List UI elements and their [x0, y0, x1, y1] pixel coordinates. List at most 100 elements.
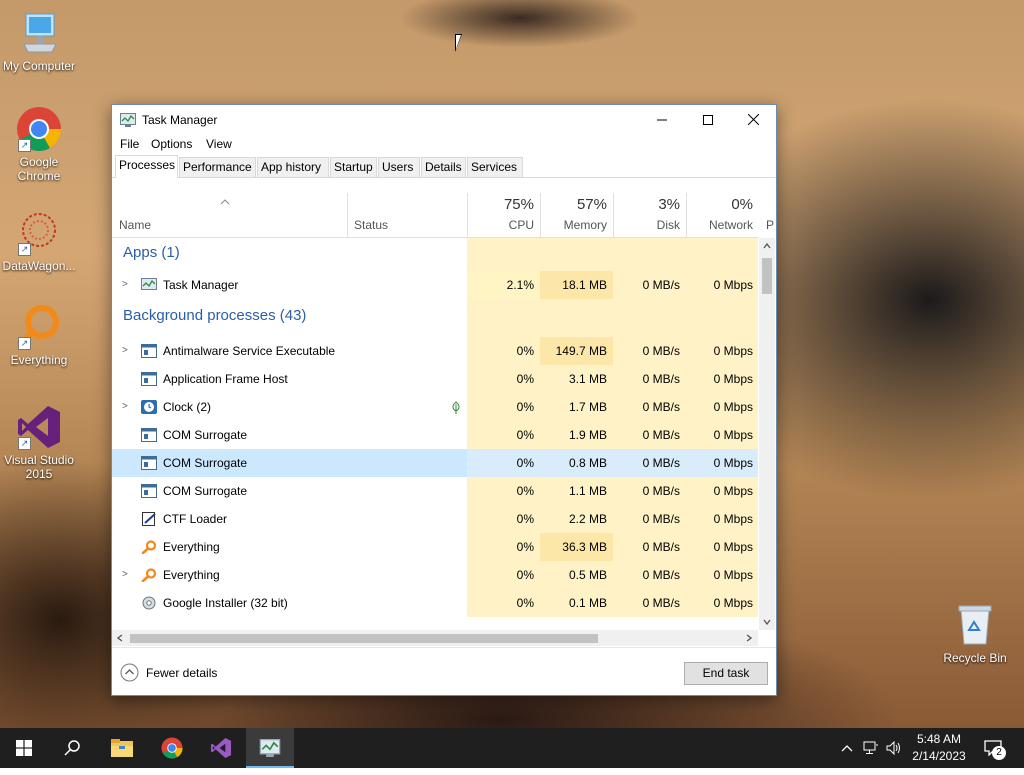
taskbar-chrome[interactable] — [148, 728, 196, 768]
tab-processes[interactable]: Processes — [115, 155, 178, 178]
expand-chevron-icon[interactable]: > — [122, 337, 128, 365]
tab-users[interactable]: Users — [378, 157, 420, 177]
column-memory-header[interactable]: 57% Memory — [540, 193, 613, 237]
scroll-up-icon[interactable] — [763, 243, 771, 249]
maximize-button[interactable] — [685, 105, 731, 135]
notification-count-badge: 2 — [992, 746, 1006, 760]
process-disk: 0 MB/s — [613, 533, 686, 561]
process-cpu: 0% — [467, 589, 540, 617]
table-row[interactable]: > Clock (2) 0% 1.7 MB 0 MB/s 0 Mbps — [112, 393, 758, 421]
process-cpu: 0% — [467, 337, 540, 365]
process-network: 0 Mbps — [686, 477, 758, 505]
menu-file[interactable]: File — [120, 137, 139, 151]
process-cpu: 0% — [467, 393, 540, 421]
table-row[interactable]: Everything 0% 36.3 MB 0 MB/s 0 Mbps — [112, 533, 758, 561]
desktop-icon-recycle-bin[interactable]: Recycle Bin — [936, 602, 1014, 665]
column-cpu-header[interactable]: 75% CPU — [467, 193, 540, 237]
tab-services[interactable]: Services — [467, 157, 523, 177]
process-disk: 0 MB/s — [613, 477, 686, 505]
desktop-icon-label: Recycle Bin — [943, 651, 1007, 665]
tab-startup[interactable]: Startup — [330, 157, 377, 177]
horizontal-scroll-thumb[interactable] — [130, 634, 598, 643]
vertical-scrollbar[interactable] — [759, 238, 775, 630]
chevron-up-circle-icon — [120, 663, 139, 682]
process-name: Google Installer (32 bit) — [163, 596, 288, 610]
folder-icon — [111, 739, 133, 757]
shortcut-arrow-icon: ↗ — [18, 337, 31, 350]
close-button[interactable] — [730, 105, 776, 135]
installer-gear-icon — [142, 596, 156, 610]
table-row[interactable]: > Task Manager 2.1% 18.1 MB 0 MB/s 0 Mbp… — [112, 271, 758, 299]
horizontal-scrollbar[interactable] — [112, 630, 758, 646]
cpu-total-percent: 75% — [503, 196, 534, 213]
expand-chevron-icon[interactable]: > — [122, 271, 128, 299]
desktop-icon-my-computer[interactable]: My Computer — [0, 10, 78, 73]
table-row[interactable]: COM Surrogate 0% 1.1 MB 0 MB/s 0 Mbps — [112, 477, 758, 505]
process-network: 0 Mbps — [686, 505, 758, 533]
process-disk: 0 MB/s — [613, 589, 686, 617]
table-row[interactable]: > Everything 0% 0.5 MB 0 MB/s 0 Mbps — [112, 561, 758, 589]
table-row[interactable]: > Antimalware Service Executable 0% 149.… — [112, 337, 758, 365]
table-row[interactable]: CTF Loader 0% 2.2 MB 0 MB/s 0 Mbps — [112, 505, 758, 533]
mouse-cursor-icon — [455, 34, 469, 52]
recycle-bin-icon — [952, 602, 998, 648]
process-name: COM Surrogate — [163, 456, 248, 470]
tab-details[interactable]: Details — [421, 157, 466, 177]
process-cpu: 0% — [467, 449, 540, 477]
table-row-selected[interactable]: COM Surrogate 0% 0.8 MB 0 MB/s 0 Mbps — [112, 449, 758, 477]
volume-button[interactable] — [884, 728, 904, 768]
table-row[interactable]: Application Frame Host 0% 3.1 MB 0 MB/s … — [112, 365, 758, 393]
column-power-label: P — [766, 218, 775, 232]
expand-chevron-icon[interactable]: > — [122, 561, 128, 589]
scroll-down-icon[interactable] — [763, 619, 771, 625]
clock-button[interactable]: 5:48 AM 2/14/2023 — [905, 728, 973, 768]
process-network: 0 Mbps — [686, 271, 758, 299]
service-window-icon — [141, 372, 157, 386]
start-button[interactable] — [0, 728, 48, 768]
desktop-icon-google-chrome[interactable]: ↗ Google Chrome — [0, 106, 78, 183]
column-disk-header[interactable]: 3% Disk — [613, 193, 686, 237]
process-memory: 1.9 MB — [540, 421, 613, 449]
expand-chevron-icon[interactable]: > — [122, 393, 128, 421]
close-icon — [747, 113, 759, 126]
process-cpu: 0% — [467, 477, 540, 505]
table-row[interactable]: Google Installer (32 bit) 0% 0.1 MB 0 MB… — [112, 589, 758, 617]
process-disk: 0 MB/s — [613, 365, 686, 393]
process-network: 0 Mbps — [686, 421, 758, 449]
taskbar-task-manager[interactable] — [246, 728, 294, 768]
process-name: Clock (2) — [163, 400, 212, 414]
column-network-header[interactable]: 0% Network — [686, 193, 759, 237]
group-header-background[interactable]: Background processes (43) — [112, 299, 758, 337]
group-header-apps[interactable]: Apps (1) — [112, 238, 758, 271]
column-network-label: Network — [708, 218, 753, 232]
search-button[interactable] — [48, 728, 96, 768]
menu-view[interactable]: View — [206, 137, 232, 151]
tab-performance[interactable]: Performance — [179, 157, 256, 177]
desktop-icon-datawagon[interactable]: ↗ DataWagon... — [0, 210, 78, 273]
end-task-button[interactable]: End task — [684, 662, 768, 685]
network-status-button[interactable] — [860, 728, 882, 768]
scroll-left-icon[interactable] — [117, 634, 123, 642]
table-row[interactable]: COM Surrogate 0% 1.9 MB 0 MB/s 0 Mbps — [112, 421, 758, 449]
column-name-header[interactable]: Name — [112, 193, 347, 237]
process-cpu: 0% — [467, 561, 540, 589]
column-memory-label: Memory — [563, 218, 607, 232]
taskbar-file-explorer[interactable] — [98, 728, 146, 768]
process-list: Apps (1) > Task Manager 2.1% 18.1 MB 0 M… — [112, 238, 758, 630]
desktop-icon-everything[interactable]: ↗ Everything — [0, 304, 78, 367]
window-title: Task Manager — [142, 113, 218, 127]
menu-options[interactable]: Options — [151, 137, 192, 151]
scroll-right-icon[interactable] — [746, 634, 752, 642]
tab-app-history[interactable]: App history — [257, 157, 329, 177]
action-center-button[interactable]: 2 — [978, 728, 1014, 768]
column-power-header[interactable]: P — [760, 193, 776, 237]
desktop-icon-visual-studio[interactable]: ↗ Visual Studio 2015 — [0, 404, 78, 481]
vertical-scroll-thumb[interactable] — [762, 258, 772, 294]
taskbar-visual-studio[interactable] — [197, 728, 245, 768]
show-hidden-icons-button[interactable] — [838, 728, 856, 768]
column-status-header[interactable]: Status — [347, 193, 467, 237]
desktop-icon-label: Google Chrome — [17, 155, 61, 183]
title-bar[interactable]: Task Manager — [112, 105, 776, 135]
bottom-bar: Fewer details End task — [112, 647, 776, 696]
minimize-button[interactable] — [639, 105, 685, 135]
